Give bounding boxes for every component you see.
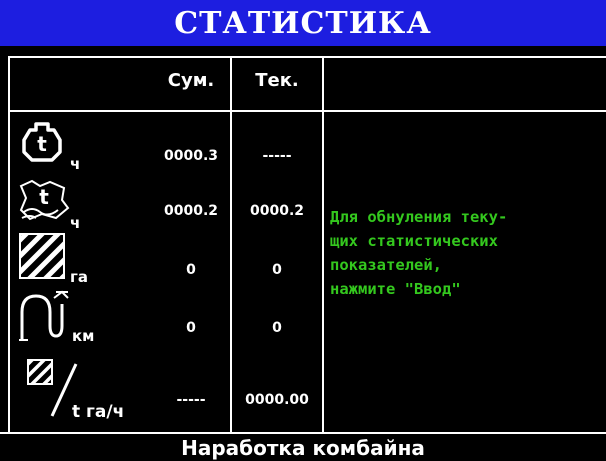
row-unit: ч [70,155,81,173]
sum-value: 0000.2 [163,203,219,219]
reset-hint-message: Для обнуления теку- щих статистических п… [330,208,508,298]
sum-value: 0 [186,262,196,278]
current-value: 0 [272,320,282,336]
row-unit: км [72,327,95,345]
svg-text:t: t [39,185,49,209]
engine-hours-icon: t [22,122,62,162]
table-header-divider [8,110,606,112]
column-divider-2 [322,56,324,432]
current-value: 0000.00 [245,392,309,408]
distance-icon [19,290,69,341]
table-left-border [8,56,10,432]
sum-value: 0000.3 [163,148,219,164]
field-work-hours-icon: t [19,179,70,221]
page-title: СТАТИСТИКА [0,0,606,46]
column-header-current: Тек. [255,69,299,91]
area-icon [19,233,65,279]
row-unit: ч [70,214,81,232]
column-divider-1 [230,56,232,432]
row-unit: t га/ч [72,402,125,422]
sum-value: ----- [176,392,206,408]
column-header-sum: Сум. [167,69,215,91]
sum-value: 0 [186,320,196,336]
svg-text:t: t [37,132,47,156]
current-value: 0000.2 [249,203,305,219]
current-value: ----- [262,148,292,164]
footer-status: Наработка комбайна [0,432,606,461]
row-unit: га [70,268,88,286]
current-value: 0 [272,262,282,278]
statistics-screen: СТАТИСТИКА Сум. Тек. t ч 0000.3 ----- t … [0,0,606,461]
